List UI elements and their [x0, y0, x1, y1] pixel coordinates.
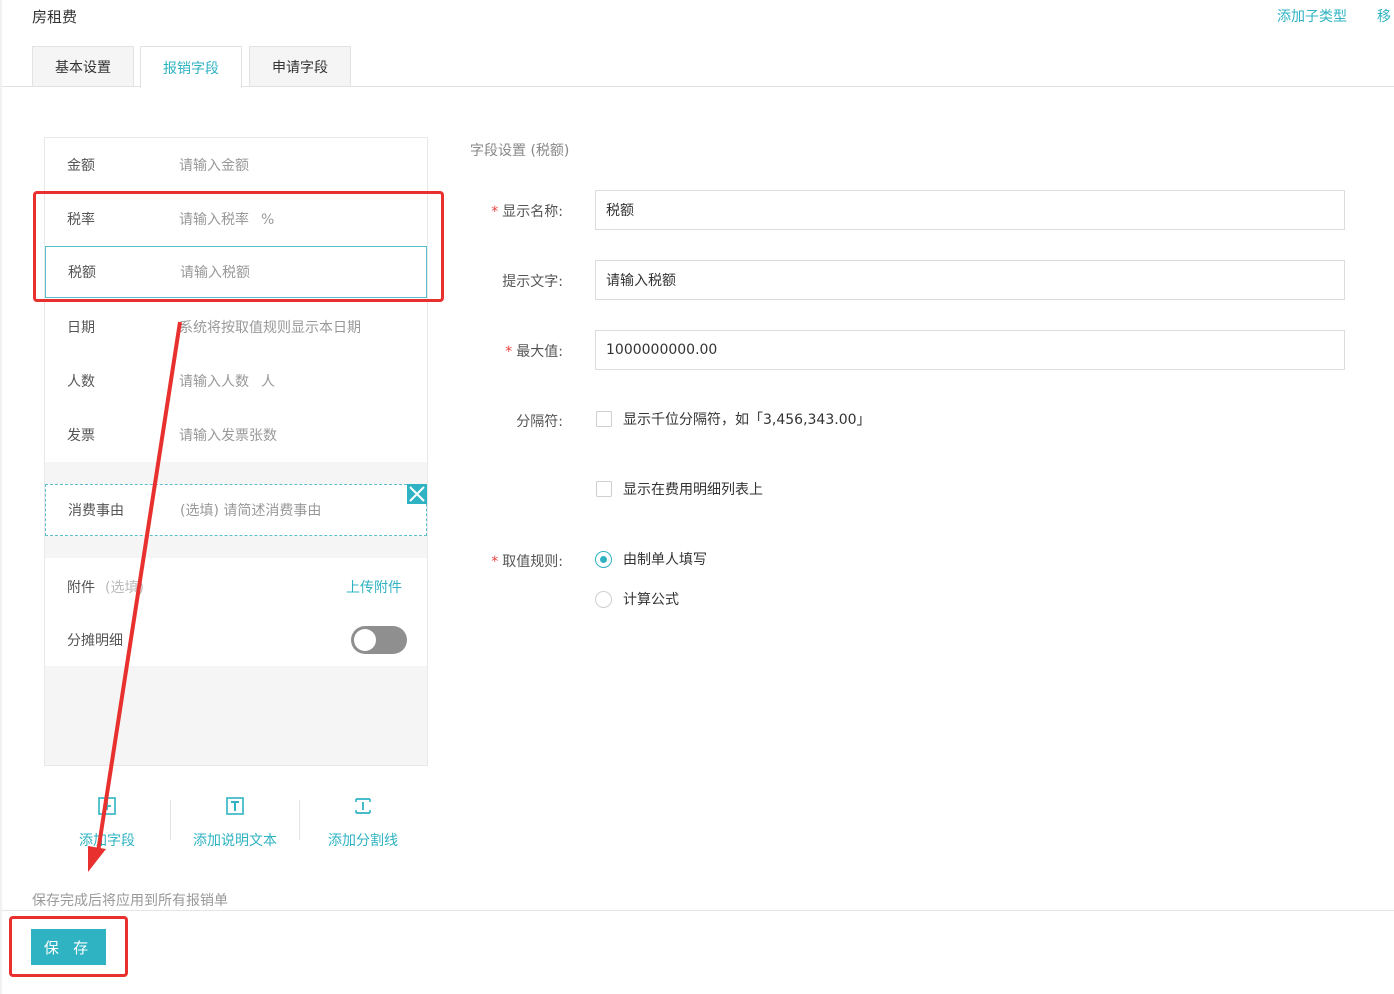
field-label: 人数 — [67, 374, 95, 390]
left-border — [0, 0, 2, 994]
field-placeholder: 请输入金额 — [179, 158, 249, 174]
hint-text-input[interactable] — [595, 260, 1345, 300]
split-toggle[interactable] — [351, 626, 407, 654]
field-row-headcount[interactable]: 人数 请输入人数人 — [45, 354, 427, 408]
field-placeholder: 请输入发票张数 — [179, 428, 277, 444]
display-name-input[interactable] — [595, 190, 1345, 230]
add-subtype-link[interactable]: 添加子类型 — [1277, 6, 1347, 26]
required-mark: * — [491, 554, 499, 570]
field-settings-title: 字段设置 (税额) — [470, 143, 570, 159]
field-placeholder: (选填) 请简述消费事由 — [180, 503, 322, 519]
field-label: 发票 — [67, 428, 95, 444]
field-row-attachment: 附件 (选填) 上传附件 — [45, 560, 427, 614]
thousand-separator-text: 显示千位分隔符，如「3,456,343.00」 — [623, 412, 871, 428]
field-unit: 人 — [261, 374, 275, 390]
field-placeholder: 请输入人数人 — [179, 374, 275, 390]
field-label: 消费事由 — [68, 503, 124, 519]
text-icon — [223, 794, 247, 818]
field-row-date[interactable]: 日期 系统将按取值规则显示本日期 — [45, 300, 427, 354]
annotation-highlight-save — [9, 916, 128, 977]
footer-divider — [2, 910, 1394, 911]
split-label: 分摊明细 — [67, 633, 123, 649]
rule-option-label: 计算公式 — [623, 592, 679, 608]
add-divider-button[interactable]: 添加分割线 — [299, 794, 427, 854]
annotation-highlight-fields — [33, 191, 444, 302]
field-label: 日期 — [67, 320, 95, 336]
rule-option-label: 由制单人填写 — [623, 552, 707, 568]
attachment-optional: (选填) — [105, 580, 144, 596]
page-title: 房租费 — [32, 8, 78, 26]
required-mark: * — [491, 204, 499, 220]
show-in-list-text: 显示在费用明细列表上 — [623, 482, 763, 498]
show-in-list-checkbox[interactable] — [596, 481, 612, 497]
field-row-amount[interactable]: 金额 请输入金额 — [45, 138, 427, 192]
remove-field-icon[interactable] — [407, 484, 427, 504]
rule-filled-by-creator-radio[interactable] — [595, 551, 612, 568]
add-field-button[interactable]: 添加字段 — [43, 794, 171, 854]
add-divider-label: 添加分割线 — [328, 833, 398, 849]
max-value-label: * 最大值: — [505, 344, 563, 360]
save-note: 保存完成后将应用到所有报销单 — [32, 893, 228, 909]
add-text-label: 添加说明文本 — [193, 833, 277, 849]
divider-icon — [351, 794, 375, 818]
required-mark: * — [505, 344, 513, 360]
field-row-reason[interactable]: 消费事由 (选填) 请简述消费事由 — [45, 484, 427, 536]
display-name-label: * 显示名称: — [491, 204, 563, 220]
move-link[interactable]: 移 — [1377, 6, 1391, 26]
value-rule-label: * 取值规则: — [491, 554, 563, 570]
field-row-invoice[interactable]: 发票 请输入发票张数 — [45, 408, 427, 462]
upload-attachment-link[interactable]: 上传附件 — [346, 577, 402, 597]
max-value-input[interactable] — [595, 330, 1345, 370]
field-placeholder: 系统将按取值规则显示本日期 — [179, 320, 361, 336]
tab-basic-settings[interactable]: 基本设置 — [32, 46, 134, 87]
plus-square-icon — [95, 794, 119, 818]
tab-application-fields[interactable]: 申请字段 — [249, 46, 351, 87]
rule-formula-radio[interactable] — [595, 591, 612, 608]
tab-reimbursement-fields[interactable]: 报销字段 — [140, 46, 242, 88]
field-label: 金额 — [67, 158, 95, 174]
attachment-label: 附件 (选填) — [67, 580, 144, 596]
toggle-knob — [354, 629, 376, 651]
thousand-separator-checkbox[interactable] — [596, 411, 612, 427]
add-text-button[interactable]: 添加说明文本 — [171, 794, 299, 854]
add-field-label: 添加字段 — [79, 833, 135, 849]
separator-label: 分隔符: — [516, 414, 563, 430]
hint-text-label: 提示文字: — [502, 274, 563, 290]
